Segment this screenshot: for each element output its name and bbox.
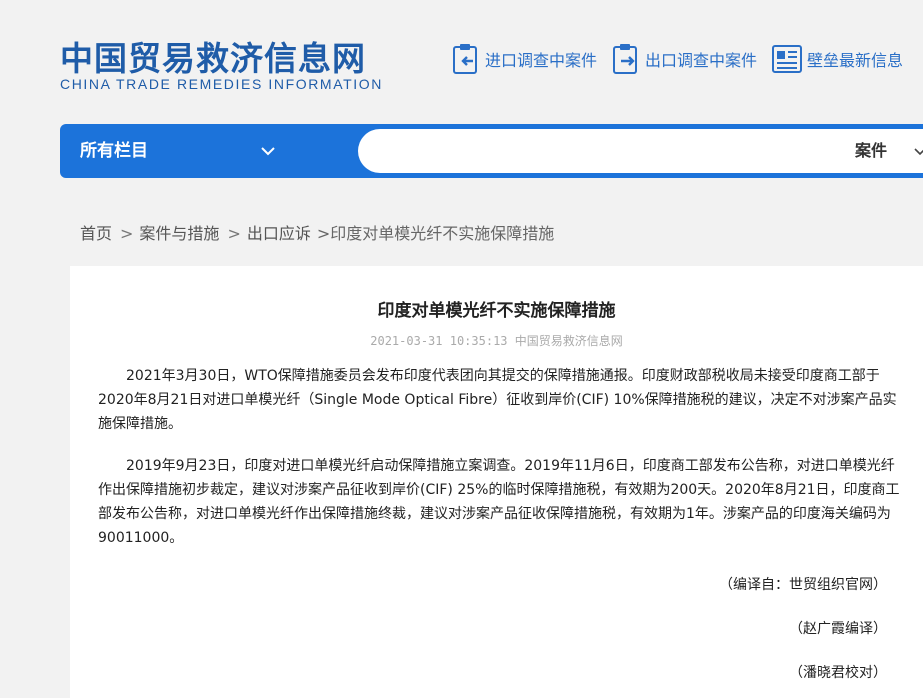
import-case-icon xyxy=(453,44,477,74)
search-type-chevron-icon[interactable] xyxy=(913,145,923,159)
toplink-barrier-news[interactable]: 壁垒最新信息 xyxy=(771,42,903,76)
breadcrumb-export-response[interactable]: 出口应诉 xyxy=(247,222,311,246)
toplink-import-cases[interactable]: 进口调查中案件 xyxy=(451,42,597,76)
article-paragraph: 2019年9月23日，印度对进口单模光纤启动保障措施立案调查。2019年11月6… xyxy=(98,458,900,546)
article-title: 印度对单模光纤不实施保障措施 xyxy=(377,301,616,321)
breadcrumb-separator-icon: > xyxy=(227,224,241,243)
search-type-select[interactable]: 案件 xyxy=(855,129,887,173)
article-panel: 印度对单模光纤不实施保障措施 2021-03-31 10:35:13 中国贸易救… xyxy=(70,266,923,698)
toplink-import-label: 进口调查中案件 xyxy=(485,51,598,70)
breadcrumb-current: >印度对单模光纤不实施保障措施 xyxy=(316,224,555,243)
site-logo-cn[interactable]: 中国贸易救济信息网 xyxy=(60,32,366,80)
breadcrumb-cases-measures[interactable]: 案件与措施 xyxy=(139,222,219,246)
all-columns-menu[interactable]: 所有栏目 xyxy=(80,124,148,178)
search-input[interactable] xyxy=(378,137,832,167)
chevron-down-icon[interactable] xyxy=(260,143,276,159)
article-proofreader-credit: （潘晓君校对） xyxy=(789,665,887,681)
export-case-icon xyxy=(613,44,637,74)
article-paragraph: 2021年3月30日，WTO保障措施委员会发布印度代表团向其提交的保障措施通报。… xyxy=(98,368,897,432)
breadcrumb: 首页 > 案件与措施 > 出口应诉 >印度对单模光纤不实施保障措施 xyxy=(80,222,554,246)
article-source-credit: （编译自：世贸组织官网） xyxy=(719,577,887,593)
article-translator-credit: （赵广霞编译） xyxy=(789,621,887,637)
article-meta: 2021-03-31 10:35:13 中国贸易救济信息网 xyxy=(370,334,623,348)
toplink-export-cases[interactable]: 出口调查中案件 xyxy=(611,42,757,76)
toplink-export-label: 出口调查中案件 xyxy=(645,51,758,70)
toplink-barrier-label: 壁垒最新信息 xyxy=(807,51,904,70)
site-header: 中国贸易救济信息网 CHINA TRADE REMEDIES INFORMATI… xyxy=(0,0,923,118)
site-logo-en: CHINA TRADE REMEDIES INFORMATION xyxy=(60,76,383,92)
breadcrumb-separator-icon: > xyxy=(120,224,134,243)
main-navbar: 所有栏目 案件 xyxy=(60,124,923,178)
breadcrumb-home[interactable]: 首页 xyxy=(80,222,112,246)
barrier-news-icon xyxy=(772,45,802,73)
search-box: 案件 xyxy=(358,129,923,173)
